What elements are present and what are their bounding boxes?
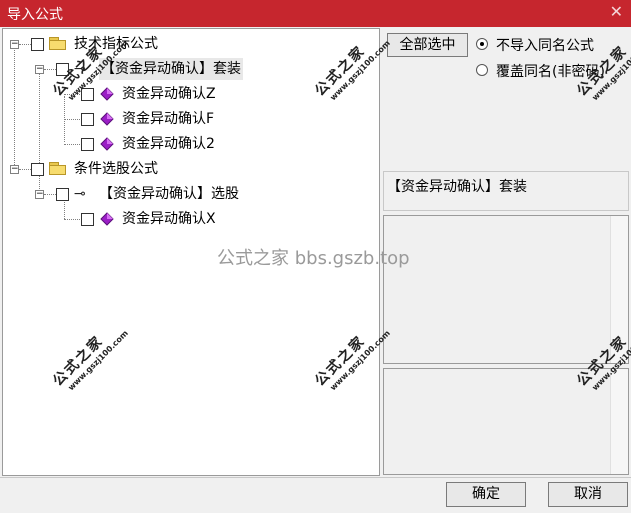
select-all-button[interactable]: 全部选中 (387, 33, 468, 57)
tree-node-screener[interactable]: − ⊸ 【资金异动确认】选股 (3, 183, 379, 205)
checkbox[interactable] (31, 163, 44, 176)
window-title: 导入公式 (7, 7, 63, 23)
collapse-toggle[interactable]: − (10, 40, 19, 49)
tree-node-label: 资金异动确认X (122, 211, 216, 227)
tree-node-label: 技术指标公式 (74, 36, 158, 52)
cancel-button[interactable]: 取消 (548, 482, 628, 507)
tree-connector (44, 69, 56, 70)
checkbox[interactable] (31, 38, 44, 51)
tree-connector (19, 44, 31, 45)
tree-leaf[interactable]: 资金异动确认F (3, 108, 379, 130)
ok-button[interactable]: 确定 (446, 482, 526, 507)
checkbox[interactable] (81, 138, 94, 151)
tree-node-label: 资金异动确认Z (122, 86, 216, 102)
formula-gem-icon (100, 112, 114, 126)
checkbox[interactable] (81, 88, 94, 101)
key-icon: ⊸ (74, 61, 86, 77)
formula-gem-icon (100, 212, 114, 226)
scrollbar[interactable] (610, 369, 628, 474)
title-bar: 导入公式 ✕ (0, 0, 631, 27)
collapse-toggle[interactable]: − (35, 190, 44, 199)
tree-node-label: 资金异动确认2 (122, 136, 215, 152)
key-icon: ⊸ (74, 186, 86, 202)
selected-formula-name: 【资金异动确认】套装 (387, 179, 527, 195)
radio-overwrite-label[interactable]: 覆盖同名(非密码) (496, 61, 605, 81)
tree-node-label: 【资金异动确认】套装 (99, 58, 243, 80)
tree-connector (64, 119, 80, 120)
formula-info-pane (383, 215, 629, 364)
radio-overwrite[interactable] (476, 64, 488, 76)
collapse-toggle[interactable]: − (35, 65, 44, 74)
tree-node-label: 【资金异动确认】选股 (99, 186, 239, 202)
tree-connector (64, 94, 80, 95)
tree-node-label: 条件选股公式 (74, 161, 158, 177)
folder-icon (49, 37, 67, 50)
footer-divider (0, 477, 631, 478)
formula-gem-icon (100, 87, 114, 101)
tree-node-suite[interactable]: − ⊸ 【资金异动确认】套装 (3, 58, 379, 80)
tree-node-screener-formulas[interactable]: − 条件选股公式 (3, 158, 379, 180)
radio-no-import-label[interactable]: 不导入同名公式 (496, 35, 594, 55)
checkbox[interactable] (81, 213, 94, 226)
close-icon[interactable]: ✕ (610, 2, 623, 21)
tree-connector (19, 169, 31, 170)
selected-formula-box: 【资金异动确认】套装 (383, 171, 629, 211)
formula-desc-pane (383, 368, 629, 475)
tree-leaf[interactable]: 资金异动确认Z (3, 83, 379, 105)
tree-leaf[interactable]: 资金异动确认X (3, 208, 379, 230)
radio-no-import[interactable] (476, 38, 488, 50)
tree-node-indicator-formulas[interactable]: − 技术指标公式 (3, 33, 379, 55)
folder-icon (49, 162, 67, 175)
tree-connector (64, 144, 80, 145)
checkbox[interactable] (81, 113, 94, 126)
tree-node-label: 资金异动确认F (122, 111, 215, 127)
checkbox[interactable] (56, 63, 69, 76)
scrollbar[interactable] (610, 216, 628, 363)
center-watermark: 公式之家 bbs.gszb.top (217, 248, 410, 269)
collapse-toggle[interactable]: − (10, 165, 19, 174)
formula-gem-icon (100, 137, 114, 151)
tree-connector (44, 194, 56, 195)
tree-connector (64, 219, 80, 220)
checkbox[interactable] (56, 188, 69, 201)
tree-leaf[interactable]: 资金异动确认2 (3, 133, 379, 155)
